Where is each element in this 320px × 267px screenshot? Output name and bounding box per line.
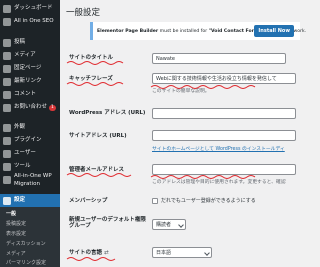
site-address-input[interactable] bbox=[152, 130, 296, 141]
annotation-underline bbox=[150, 175, 256, 179]
sidebar-item-label: コメント bbox=[14, 90, 37, 97]
annotation-underline bbox=[66, 82, 124, 86]
sidebar-item-label: ツール bbox=[14, 162, 31, 169]
notification-badge: 1 bbox=[49, 104, 56, 111]
sidebar-item-label: 外観 bbox=[14, 123, 26, 130]
settings-icon bbox=[3, 196, 11, 205]
sidebar-item-label: 最新リンク bbox=[14, 77, 42, 84]
site-address-description: サイトのホームページとして WordPress のインストールディ bbox=[152, 145, 285, 152]
default-role-select[interactable]: 購読者 bbox=[152, 219, 186, 230]
migration-icon bbox=[3, 176, 11, 184]
tools-icon bbox=[3, 162, 11, 171]
wp-address-input[interactable] bbox=[152, 108, 296, 119]
membership-checkbox-label: だれでもユーザー登録ができるようにする bbox=[161, 198, 256, 204]
wp-address-label: WordPress アドレス (URL) bbox=[69, 110, 146, 116]
sidebar-item-label-line2: Migration bbox=[14, 180, 40, 187]
submenu-permalinks[interactable]: パーマリンク設定 bbox=[6, 261, 60, 266]
sidebar-item-appearance[interactable]: 外観 bbox=[0, 122, 60, 133]
annotation-underline bbox=[66, 61, 124, 65]
admin-sidebar: ダッシュボード All in One SEO 投稿 メディア 固定ページ 最新リ… bbox=[0, 0, 60, 267]
sidebar-item-settings[interactable]: 設定 bbox=[0, 194, 60, 207]
settings-main: 一般設定 Elementor Page Builder must be inst… bbox=[60, 0, 306, 267]
membership-label: メンバーシップ bbox=[69, 198, 108, 204]
media-icon bbox=[3, 51, 11, 60]
tagline-input[interactable]: Webに関する技術情報や生活お役立ち情報を発信して bbox=[152, 73, 296, 84]
sidebar-item-label: All in One SEO bbox=[14, 17, 54, 24]
sidebar-item-label: メディア bbox=[14, 51, 36, 58]
sidebar-item-media[interactable]: メディア bbox=[0, 50, 60, 61]
site-language-select[interactable]: 日本語 bbox=[152, 247, 212, 258]
install-now-button[interactable]: Install Now bbox=[254, 25, 294, 37]
sidebar-item-dashboard[interactable]: ダッシュボード bbox=[0, 3, 60, 14]
sidebar-item-comments[interactable]: コメント bbox=[0, 89, 60, 100]
submenu-reading[interactable]: 表示設定 bbox=[6, 232, 60, 237]
appearance-icon bbox=[3, 123, 11, 132]
plugin-icon bbox=[3, 136, 11, 145]
comment-icon bbox=[3, 90, 11, 99]
sidebar-item-contact[interactable]: お問い合わせ 1 bbox=[0, 102, 60, 113]
sidebar-item-users[interactable]: ユーザー bbox=[0, 148, 60, 159]
page-icon bbox=[3, 64, 11, 73]
submenu-media[interactable]: メディア bbox=[6, 252, 60, 257]
sidebar-item-label: ダッシュボード bbox=[14, 4, 53, 11]
annotation-underline bbox=[66, 173, 132, 177]
submenu-writing[interactable]: 投稿設定 bbox=[6, 222, 60, 227]
submenu-discussion[interactable]: ディスカッション bbox=[6, 242, 60, 247]
sidebar-item-label: 投稿 bbox=[14, 38, 26, 45]
chevron-down-icon bbox=[178, 222, 184, 228]
site-address-label: サイトアドレス (URL) bbox=[69, 133, 127, 139]
plugin-notice: Elementor Page Builder must be installed… bbox=[90, 22, 306, 40]
sidebar-item-label: 設定 bbox=[14, 196, 26, 203]
user-icon bbox=[3, 149, 11, 158]
sidebar-item-links[interactable]: 最新リンク bbox=[0, 76, 60, 87]
submenu-general[interactable]: 一般 bbox=[6, 212, 60, 217]
sidebar-item-pages[interactable]: 固定ページ bbox=[0, 63, 60, 74]
page-title: 一般設定 bbox=[66, 8, 101, 18]
link-icon bbox=[3, 77, 11, 86]
site-address-help-link[interactable]: サイトのホームページとして WordPress のインストールディ bbox=[152, 147, 285, 152]
sidebar-item-migration[interactable]: All-in-One WP Migration bbox=[0, 173, 60, 192]
chevron-down-icon bbox=[204, 250, 210, 256]
annotation-underline bbox=[66, 257, 116, 261]
notice-plugin-name: Elementor Page Builder bbox=[97, 28, 159, 34]
pin-icon bbox=[3, 38, 11, 47]
default-role-value: 購読者 bbox=[156, 222, 172, 228]
sidebar-item-aioseo[interactable]: All in One SEO bbox=[0, 16, 60, 27]
sidebar-item-plugins[interactable]: プラグイン bbox=[0, 135, 60, 146]
annotation-underline bbox=[150, 85, 256, 89]
default-role-label: 新規ユーザーのデフォルト権限グループ bbox=[69, 217, 146, 230]
mail-icon bbox=[3, 103, 11, 112]
membership-checkbox-row[interactable]: だれでもユーザー登録ができるようにする bbox=[152, 197, 256, 204]
notice-body: must be installed for bbox=[158, 28, 209, 34]
site-language-value: 日本語 bbox=[156, 250, 172, 256]
sidebar-item-tools[interactable]: ツール bbox=[0, 161, 60, 172]
membership-checkbox[interactable] bbox=[152, 197, 158, 204]
sidebar-item-label: プラグイン bbox=[14, 136, 42, 143]
sidebar-item-label: お問い合わせ bbox=[14, 103, 48, 110]
sidebar-item-label: All-in-One WP bbox=[14, 173, 52, 179]
sidebar-item-label: 固定ページ bbox=[14, 64, 42, 71]
dashboard-icon bbox=[3, 4, 11, 13]
site-title-input[interactable]: Nawate bbox=[152, 53, 286, 64]
aioseo-icon bbox=[3, 17, 11, 26]
sidebar-item-posts[interactable]: 投稿 bbox=[0, 37, 60, 48]
sidebar-item-label: ユーザー bbox=[14, 149, 36, 156]
